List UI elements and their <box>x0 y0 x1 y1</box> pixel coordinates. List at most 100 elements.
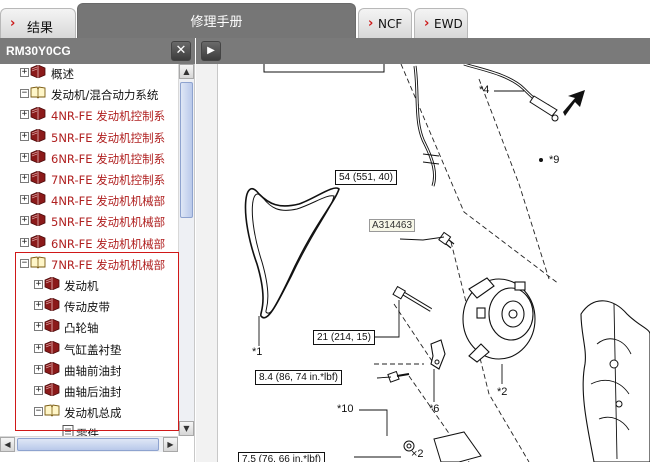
expand-plus-icon[interactable]: + <box>34 364 43 374</box>
tab-repair-manual-label: 修理手册 <box>190 15 243 30</box>
closed-book-icon <box>44 382 60 397</box>
navigation-panel: RM30Y0CG ✕ + 概述 − 发动机/混合动力系统 +4NR-FE 发动机控制系 +… <box>0 38 195 462</box>
tree-item[interactable]: +4NR-FE 发动机机械部 <box>0 191 178 212</box>
tree-item-label: 曲轴前油封 <box>64 363 122 378</box>
expand-plus-icon[interactable]: + <box>34 386 43 395</box>
scroll-right-arrow-icon[interactable]: ▶ <box>163 437 178 452</box>
tree-item-label: 气缸盖衬垫 <box>64 342 122 357</box>
tree-item-label: 4NR-FE 发动机控制系 <box>51 109 166 124</box>
expand-plus-icon[interactable]: + <box>20 195 29 205</box>
tree-item-label: 概述 <box>51 67 74 81</box>
tree-item-label: 6NR-FE 发动机机械部 <box>51 236 166 251</box>
expand-plus-icon[interactable]: + <box>20 174 29 183</box>
tree-item[interactable]: − 发动机/混合动力系统 <box>0 85 178 106</box>
tree-item-label: 4NR-FE 发动机机械部 <box>51 194 166 209</box>
expand-plus-icon[interactable]: + <box>20 110 29 120</box>
vertical-scroll-thumb[interactable] <box>180 82 193 218</box>
tree-item[interactable]: + 概述 <box>0 64 178 85</box>
tree-item-label: 7NR-FE 发动机控制系 <box>51 173 166 187</box>
tree-item[interactable]: + 传动皮带 <box>0 297 178 318</box>
illustration-code: A314463 <box>369 219 416 232</box>
collapse-minus-icon[interactable]: − <box>20 258 29 268</box>
expand-plus-icon[interactable]: + <box>20 68 29 77</box>
part-label: *6 <box>429 403 440 415</box>
expand-plus-icon[interactable]: + <box>34 280 43 289</box>
expand-panel-button[interactable]: ▶ <box>201 41 221 61</box>
tree-item-label: 6NR-FE 发动机控制系 <box>51 151 166 166</box>
tree-item[interactable]: +6NR-FE 发动机控制系 <box>0 149 178 170</box>
tab-ncf[interactable]: › NCF <box>358 8 412 38</box>
torque-callout: 21 (214, 15) <box>313 330 375 345</box>
chevron-right-icon: › <box>368 16 374 31</box>
horizontal-scrollbar[interactable]: ◀ ▶ <box>0 436 178 452</box>
part-label: *9 <box>549 154 560 166</box>
expand-plus-icon[interactable]: + <box>20 152 29 162</box>
tab-results-label: 结果 <box>27 21 54 36</box>
tree-item-label: 发动机 <box>64 279 99 293</box>
closed-book-icon <box>44 297 60 312</box>
open-book-icon <box>30 86 46 99</box>
navigation-panel-header: RM30Y0CG ✕ <box>0 38 195 64</box>
closed-book-icon <box>30 170 46 185</box>
table-of-contents-tree: + 概述 − 发动机/混合动力系统 +4NR-FE 发动机控制系 +5NR-FE 发动机控… <box>0 64 178 436</box>
scroll-left-arrow-icon[interactable]: ◀ <box>0 437 15 452</box>
scroll-up-arrow-icon[interactable]: ▲ <box>179 64 194 79</box>
expand-plus-icon[interactable]: + <box>20 216 29 226</box>
tree-item[interactable]: +5NR-FE 发动机机械部 <box>0 212 178 233</box>
tree-item-label: 7NR-FE 发动机机械部 <box>51 257 166 272</box>
horizontal-scroll-thumb[interactable] <box>17 438 159 451</box>
part-label: *1 <box>252 346 263 358</box>
tree-item[interactable]: +7NR-FE 发动机控制系 <box>0 170 178 191</box>
tree-item[interactable]: + 发动机 <box>0 276 178 297</box>
open-book-icon <box>44 404 60 417</box>
chevron-right-icon: › <box>10 16 16 31</box>
tree-item-label: 5NR-FE 发动机控制系 <box>51 130 166 145</box>
parts-diagram[interactable]: 54 (551, 40) 21 (214, 15) 8.4 (86, 74 in… <box>219 64 650 462</box>
closed-book-icon <box>30 149 46 164</box>
close-panel-button[interactable]: ✕ <box>171 41 191 61</box>
tree-item[interactable]: +5NR-FE 发动机控制系 <box>0 128 178 149</box>
part-label: *4 <box>479 84 490 96</box>
tree-item-label: 发动机总成 <box>64 406 122 421</box>
close-icon: ✕ <box>175 43 187 58</box>
closed-book-icon <box>44 318 60 333</box>
tree-item[interactable]: 零件 <box>0 424 178 436</box>
viewer-toolbar: ▶ <box>196 38 650 64</box>
expand-plus-icon[interactable]: + <box>20 131 29 141</box>
tree-item[interactable]: − 7NR-FE 发动机机械部 <box>0 255 178 276</box>
expand-plus-icon[interactable]: + <box>34 322 43 332</box>
closed-book-icon <box>44 276 60 291</box>
open-book-icon <box>30 256 46 269</box>
tree-item[interactable]: + 曲轴前油封 <box>0 361 178 382</box>
tree-item[interactable]: + 凸轮轴 <box>0 318 178 339</box>
scroll-down-arrow-icon[interactable]: ▼ <box>179 421 194 436</box>
tab-results[interactable]: › 结果 <box>0 8 76 38</box>
expand-plus-icon[interactable]: + <box>20 237 29 247</box>
tree-item[interactable]: + 曲轴后油封 <box>0 382 178 403</box>
tree-item[interactable]: + 气缸盖衬垫 <box>0 340 178 361</box>
vertical-scrollbar[interactable]: ▲ ▼ <box>178 64 194 436</box>
expand-plus-icon[interactable]: + <box>34 343 43 353</box>
tab-ncf-label: NCF <box>378 17 403 31</box>
expand-plus-icon[interactable]: + <box>34 301 43 311</box>
tree-item[interactable]: +6NR-FE 发动机机械部 <box>0 234 178 255</box>
torque-callout: 7.5 (76, 66 in.*lbf) <box>238 452 325 462</box>
collapse-minus-icon[interactable]: − <box>34 407 43 417</box>
tree-item-label: 曲轴后油封 <box>64 385 122 399</box>
collapse-minus-icon[interactable]: − <box>20 89 29 99</box>
closed-book-icon <box>30 64 46 79</box>
tab-ewd[interactable]: › EWD <box>414 8 468 38</box>
tab-bar: › 结果 修理手册 › NCF › EWD <box>0 0 650 38</box>
tree-item[interactable]: − 发动机总成 <box>0 403 178 424</box>
tree-item[interactable]: +4NR-FE 发动机控制系 <box>0 106 178 127</box>
part-label: ×2 <box>411 448 424 460</box>
tree-item-label: 传动皮带 <box>64 300 110 315</box>
tab-ewd-label: EWD <box>434 17 463 31</box>
tab-repair-manual[interactable]: 修理手册 <box>77 3 356 38</box>
closed-book-icon <box>44 361 60 376</box>
closed-book-icon <box>30 191 46 206</box>
chevron-right-icon: › <box>424 16 430 31</box>
tree-item-label: 凸轮轴 <box>64 321 99 336</box>
play-arrow-icon: ▶ <box>207 45 215 56</box>
tree-item-label: 零件 <box>76 427 99 436</box>
